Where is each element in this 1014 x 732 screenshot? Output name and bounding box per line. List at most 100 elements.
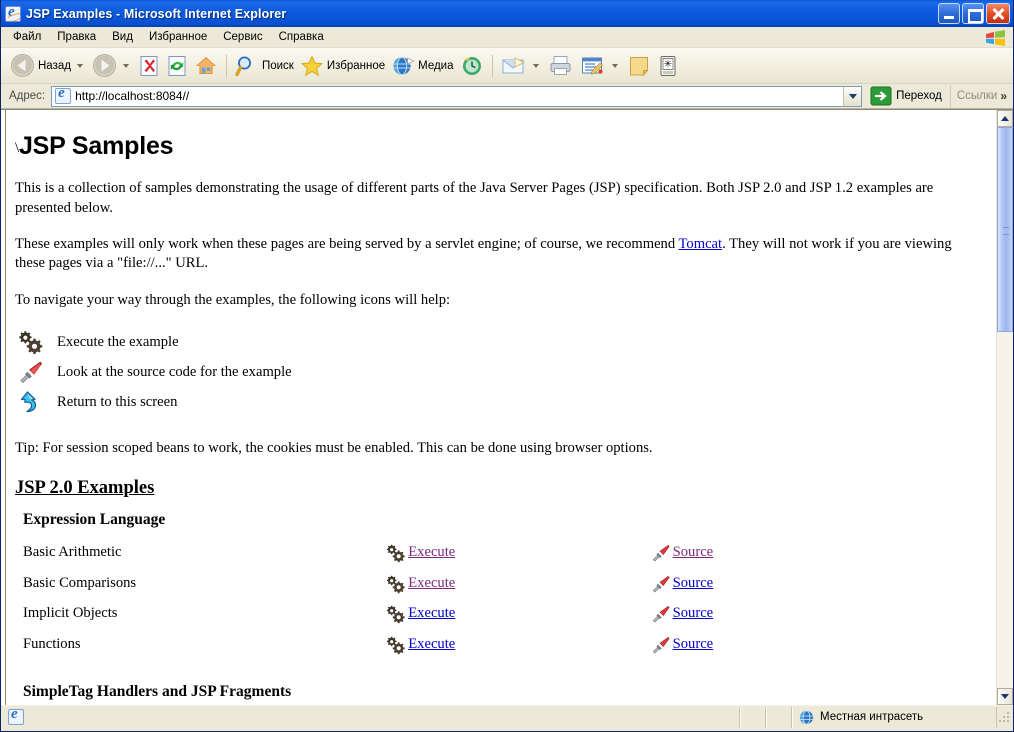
home-icon bbox=[194, 54, 218, 78]
history-clock-icon bbox=[460, 54, 484, 78]
favorites-label: Избранное bbox=[327, 60, 385, 72]
page-title: \JSP Samples bbox=[15, 130, 982, 163]
vertical-scrollbar[interactable] bbox=[996, 110, 1013, 705]
execute-link[interactable]: Execute bbox=[408, 635, 455, 654]
section-heading-jsp20: JSP 2.0 Examples bbox=[15, 476, 982, 501]
edit-page-icon bbox=[580, 54, 606, 78]
minimize-button[interactable] bbox=[938, 3, 960, 24]
status-pane-b bbox=[766, 707, 792, 728]
menu-item-file[interactable]: Файл bbox=[5, 29, 49, 45]
stop-icon bbox=[138, 55, 160, 77]
source-cell: Source bbox=[651, 538, 915, 569]
back-label: Назад bbox=[38, 60, 71, 72]
discuss-button[interactable] bbox=[624, 51, 654, 81]
history-button[interactable] bbox=[457, 51, 487, 81]
search-label: Поиск bbox=[262, 60, 294, 72]
navigation-toolbar: Назад bbox=[1, 48, 1013, 84]
screwdriver-icon bbox=[15, 360, 49, 384]
go-label: Переход bbox=[896, 90, 942, 102]
source-link[interactable]: Source bbox=[673, 543, 714, 562]
toolbar-separator-2 bbox=[492, 55, 493, 77]
example-name: Implicit Objects bbox=[15, 599, 386, 630]
svg-text:✳: ✳ bbox=[663, 59, 671, 70]
gears-icon bbox=[386, 543, 406, 563]
page-status-icon bbox=[8, 709, 24, 725]
document-body: \JSP Samples This is a collection of sam… bbox=[1, 110, 996, 705]
go-button[interactable]: Переход bbox=[862, 85, 950, 108]
menu-item-help[interactable]: Справка bbox=[271, 29, 332, 45]
tomcat-link[interactable]: Tomcat bbox=[679, 236, 723, 252]
example-name: Basic Arithmetic bbox=[15, 538, 386, 569]
refresh-button[interactable] bbox=[163, 51, 191, 81]
status-message-pane bbox=[1, 707, 740, 728]
title-bar: JSP Examples - Microsoft Internet Explor… bbox=[1, 0, 1013, 27]
edit-button[interactable] bbox=[577, 51, 624, 81]
execute-cell: Execute bbox=[386, 599, 650, 630]
execute-cell: Execute bbox=[386, 629, 650, 660]
back-dropdown-icon[interactable] bbox=[77, 64, 83, 68]
source-link[interactable]: Source bbox=[673, 604, 714, 623]
restore-button[interactable] bbox=[962, 3, 984, 24]
subsection-expression-language: Expression Language bbox=[15, 510, 982, 531]
home-button[interactable] bbox=[191, 51, 221, 81]
ie-document-icon bbox=[5, 6, 21, 22]
execute-link[interactable]: Execute bbox=[408, 543, 455, 562]
back-button[interactable]: Назад bbox=[7, 51, 89, 81]
gears-icon bbox=[386, 574, 406, 594]
close-button[interactable] bbox=[986, 3, 1010, 24]
security-zone-pane[interactable]: Местная интрасеть bbox=[792, 707, 997, 728]
status-pane-a bbox=[740, 707, 766, 728]
forward-button[interactable] bbox=[89, 51, 135, 81]
forward-dropdown-icon[interactable] bbox=[123, 64, 129, 68]
gears-icon bbox=[386, 604, 406, 624]
links-chevron-icon[interactable]: » bbox=[1000, 92, 1007, 100]
source-cell: Source bbox=[651, 629, 915, 660]
security-zone-label: Местная интрасеть bbox=[820, 711, 923, 723]
screwdriver-icon bbox=[651, 574, 671, 594]
screwdriver-icon bbox=[651, 543, 671, 563]
address-input[interactable]: http://localhost:8084// bbox=[51, 86, 862, 107]
search-button[interactable]: Поиск bbox=[232, 51, 297, 81]
mail-button[interactable] bbox=[498, 51, 545, 81]
favorites-button[interactable]: Избранное bbox=[297, 51, 388, 81]
return-arrow-icon bbox=[15, 390, 49, 414]
execute-link[interactable]: Execute bbox=[408, 604, 455, 623]
printer-icon bbox=[548, 54, 574, 78]
table-row: Implicit Objects bbox=[15, 599, 915, 630]
menu-item-edit[interactable]: Правка bbox=[49, 29, 104, 45]
navigate-paragraph: To navigate your way through the example… bbox=[15, 291, 965, 310]
example-name: Functions bbox=[15, 629, 386, 660]
menu-item-favorites[interactable]: Избранное bbox=[141, 29, 215, 45]
menu-item-tools[interactable]: Сервис bbox=[215, 29, 270, 45]
address-dropdown-button[interactable] bbox=[843, 87, 861, 106]
links-button[interactable]: Ссылки » bbox=[950, 85, 1013, 108]
messenger-icon: ✳ bbox=[657, 54, 679, 78]
scroll-up-button[interactable] bbox=[997, 110, 1013, 127]
source-cell: Source bbox=[651, 568, 915, 599]
stop-button[interactable] bbox=[135, 51, 163, 81]
source-link[interactable]: Source bbox=[673, 635, 714, 654]
print-button[interactable] bbox=[545, 51, 577, 81]
scroll-down-button[interactable] bbox=[997, 688, 1013, 705]
execute-link[interactable]: Execute bbox=[408, 574, 455, 593]
links-label: Ссылки bbox=[957, 90, 998, 102]
scrollbar-thumb[interactable] bbox=[997, 127, 1013, 332]
messenger-button[interactable]: ✳ bbox=[654, 51, 682, 81]
media-button[interactable]: Медиа bbox=[388, 51, 456, 81]
legend-item-execute: Execute the example bbox=[15, 327, 982, 357]
resize-grip[interactable] bbox=[997, 710, 1011, 724]
note-icon bbox=[627, 54, 651, 78]
scrollbar-track[interactable] bbox=[997, 127, 1013, 688]
icon-legend: Execute the example Look at the source c… bbox=[15, 327, 982, 417]
menu-item-view[interactable]: Вид bbox=[104, 29, 141, 45]
windows-logo-icon bbox=[985, 29, 1007, 47]
servlet-engine-paragraph: These examples will only work when these… bbox=[15, 235, 965, 274]
address-label: Адрес: bbox=[9, 90, 45, 102]
source-link[interactable]: Source bbox=[673, 574, 714, 593]
mail-dropdown-icon[interactable] bbox=[533, 64, 539, 68]
window-title: JSP Examples - Microsoft Internet Explor… bbox=[26, 7, 286, 21]
globe-icon bbox=[798, 709, 815, 726]
edit-dropdown-icon[interactable] bbox=[612, 64, 618, 68]
table-row: Basic Arithmetic bbox=[15, 538, 915, 569]
go-arrow-icon bbox=[870, 86, 892, 106]
